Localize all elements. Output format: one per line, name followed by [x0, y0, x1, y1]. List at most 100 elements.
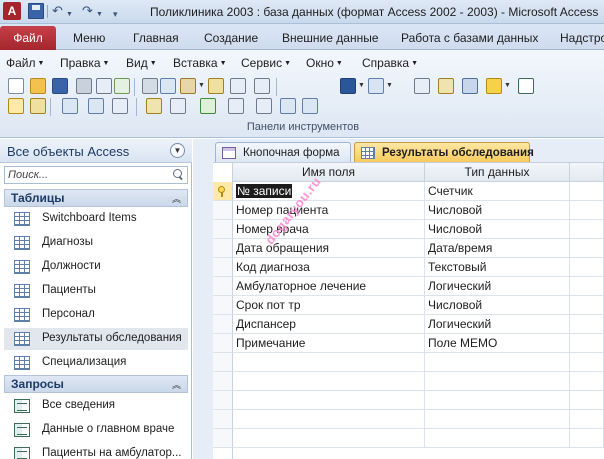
- search-input[interactable]: [5, 167, 169, 183]
- field-name-cell[interactable]: № записи: [233, 182, 425, 201]
- nav-item-outpatients-query[interactable]: Пациенты на амбулатор...: [4, 443, 188, 459]
- column-header-description[interactable]: [570, 163, 604, 182]
- access-app-icon[interactable]: A: [3, 2, 21, 20]
- undo-icon[interactable]: [230, 78, 246, 94]
- nav-item-positions[interactable]: Должности: [4, 256, 188, 278]
- column-header-data-type[interactable]: Тип данных: [425, 163, 570, 182]
- tab-external-data[interactable]: Внешние данные: [282, 31, 379, 45]
- filter-icon[interactable]: [256, 98, 272, 114]
- toggle-filter-icon[interactable]: [280, 98, 296, 114]
- save-icon[interactable]: [52, 78, 68, 94]
- analyze-icon[interactable]: [368, 78, 384, 94]
- tab-menu[interactable]: Меню: [73, 31, 105, 45]
- query-icon[interactable]: [302, 98, 318, 114]
- description-cell[interactable]: [570, 372, 604, 391]
- table-row[interactable]: [213, 429, 604, 448]
- description-cell[interactable]: [570, 182, 604, 201]
- field-name-cell[interactable]: [233, 353, 425, 372]
- data-type-cell[interactable]: [425, 410, 570, 429]
- code-icon[interactable]: [414, 78, 430, 94]
- print-icon[interactable]: [76, 78, 92, 94]
- menu-help[interactable]: Справка ▼: [362, 56, 418, 70]
- field-name-cell[interactable]: [233, 410, 425, 429]
- tab-home[interactable]: Главная: [133, 31, 179, 45]
- tab-database-tools[interactable]: Работа с базами данных: [401, 31, 538, 45]
- table-row[interactable]: [213, 353, 604, 372]
- description-cell[interactable]: [570, 315, 604, 334]
- row-selector[interactable]: [213, 239, 233, 258]
- data-type-cell[interactable]: Дата/время: [425, 239, 570, 258]
- delete-rows-icon[interactable]: [88, 98, 104, 114]
- nav-item-staff[interactable]: Персонал: [4, 304, 188, 326]
- undo-icon[interactable]: ↶: [52, 3, 63, 19]
- field-name-cell[interactable]: [233, 429, 425, 448]
- row-selector[interactable]: [213, 277, 233, 296]
- row-selector[interactable]: [213, 201, 233, 220]
- table-row[interactable]: [213, 391, 604, 410]
- doc-tab-examination-results[interactable]: Результаты обследования: [354, 142, 534, 163]
- description-cell[interactable]: [570, 353, 604, 372]
- row-selector[interactable]: [213, 372, 233, 391]
- menu-window[interactable]: Окно ▼: [306, 56, 343, 70]
- chevron-down-icon[interactable]: ▼: [504, 82, 511, 89]
- collapse-icon[interactable]: ︽: [172, 378, 181, 391]
- data-type-cell[interactable]: [425, 353, 570, 372]
- menu-view[interactable]: Вид ▼: [126, 56, 157, 70]
- paste-icon[interactable]: [180, 78, 196, 94]
- office-links-icon[interactable]: [340, 78, 356, 94]
- field-name-cell[interactable]: [233, 391, 425, 410]
- nav-item-chief-doctor-query[interactable]: Данные о главном враче: [4, 419, 188, 441]
- chevron-down-icon[interactable]: ▼: [198, 82, 205, 89]
- row-selector[interactable]: [213, 220, 233, 239]
- data-type-cell[interactable]: Числовой: [425, 201, 570, 220]
- description-cell[interactable]: [570, 429, 604, 448]
- field-name-cell[interactable]: Диспансер: [233, 315, 425, 334]
- customize-qat-icon[interactable]: ▾: [113, 6, 118, 22]
- nav-section-tables[interactable]: Таблицы ︽: [4, 189, 188, 207]
- field-name-cell[interactable]: [233, 372, 425, 391]
- build-icon[interactable]: [30, 98, 46, 114]
- search-icon[interactable]: [173, 169, 184, 180]
- menu-edit[interactable]: Правка ▼: [60, 56, 109, 70]
- description-cell[interactable]: [570, 410, 604, 429]
- table-row[interactable]: [213, 372, 604, 391]
- table-row[interactable]: Срок пот тр Числовой: [213, 296, 604, 315]
- data-type-cell[interactable]: [425, 372, 570, 391]
- description-cell[interactable]: [570, 334, 604, 353]
- row-selector[interactable]: [213, 410, 233, 429]
- menu-tools[interactable]: Сервис ▼: [241, 56, 291, 70]
- table-row[interactable]: Примечание Поле МЕМО: [213, 334, 604, 353]
- row-selector[interactable]: [213, 182, 233, 201]
- description-cell[interactable]: [570, 391, 604, 410]
- redo-dropdown-icon[interactable]: ▼: [96, 7, 103, 23]
- primary-key-icon[interactable]: [8, 98, 24, 114]
- table-row[interactable]: Номер пациента Числовой: [213, 201, 604, 220]
- tab-addins[interactable]: Надстро: [560, 31, 604, 45]
- row-selector[interactable]: [213, 429, 233, 448]
- row-selector[interactable]: [213, 334, 233, 353]
- table-row[interactable]: [213, 410, 604, 429]
- new-object-icon[interactable]: [486, 78, 502, 94]
- check-icon[interactable]: [200, 98, 216, 114]
- description-cell[interactable]: [570, 296, 604, 315]
- redo-icon[interactable]: ↷: [82, 3, 93, 19]
- new-icon[interactable]: [8, 78, 24, 94]
- data-type-cell[interactable]: Логический: [425, 277, 570, 296]
- row-selector[interactable]: [213, 391, 233, 410]
- copy-icon[interactable]: [160, 78, 176, 94]
- field-name-cell[interactable]: Номер пациента: [233, 201, 425, 220]
- tab-create[interactable]: Создание: [204, 31, 258, 45]
- redo-icon[interactable]: [254, 78, 270, 94]
- save-icon[interactable]: [28, 3, 44, 19]
- data-type-cell[interactable]: Поле МЕМО: [425, 334, 570, 353]
- nav-item-patients[interactable]: Пациенты: [4, 280, 188, 302]
- table-row[interactable]: Код диагноза Текстовый: [213, 258, 604, 277]
- nav-header[interactable]: Все объекты Access ▼: [0, 139, 192, 163]
- format-painter-icon[interactable]: [208, 78, 224, 94]
- tab-file[interactable]: Файл: [0, 26, 56, 50]
- nav-item-examination-results[interactable]: Результаты обследования: [4, 328, 188, 350]
- chevron-down-icon[interactable]: ▼: [358, 82, 365, 89]
- preview-icon[interactable]: [96, 78, 112, 94]
- nav-item-all-info-query[interactable]: Все сведения: [4, 395, 188, 417]
- data-type-cell[interactable]: [425, 391, 570, 410]
